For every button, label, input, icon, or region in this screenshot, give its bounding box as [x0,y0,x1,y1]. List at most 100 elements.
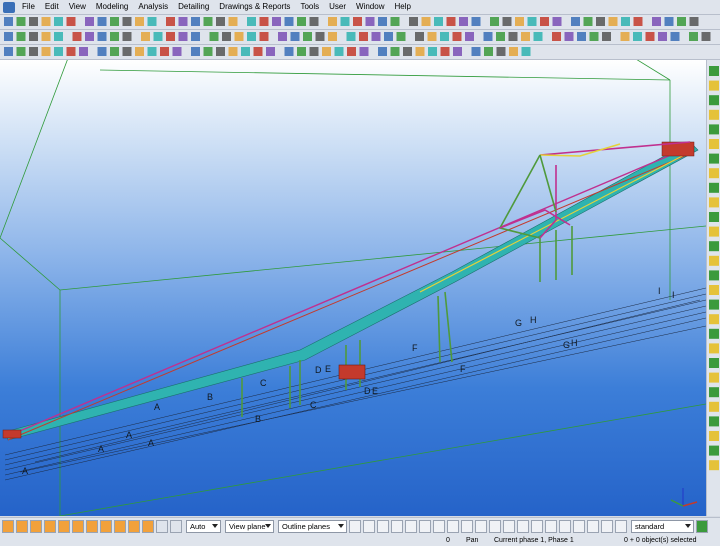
toolbar-icon[interactable] [309,47,319,56]
toolbar-icon[interactable] [97,32,107,41]
toolbar-icon[interactable] [266,47,275,56]
toolbar-icon[interactable] [110,47,119,56]
snap-icon[interactable] [391,520,403,533]
toolbar-icon[interactable] [689,17,699,26]
toolbar-icon[interactable] [29,32,38,41]
toolbar-icon[interactable] [403,47,412,56]
toolbar-icon[interactable] [709,80,719,91]
toolbar-icon[interactable] [521,32,530,41]
toolbar-icon[interactable] [709,299,719,310]
toolbar-icon[interactable] [29,17,38,26]
menu-user[interactable]: User [324,0,351,14]
modeling-toolbar-icons[interactable] [0,30,720,44]
toolbar-icon[interactable] [533,32,543,41]
selection-switch-icon[interactable] [30,520,42,533]
selection-switch-icon[interactable] [128,520,140,533]
toolbar-icon[interactable] [709,66,719,76]
toolbar-icon[interactable] [122,47,132,56]
toolbar-icon[interactable] [390,47,400,56]
toolbar-icon[interactable] [228,47,238,56]
toolbar-icon[interactable] [709,109,719,120]
view-icon[interactable] [170,520,182,533]
menu-window[interactable]: Window [351,0,389,14]
toolbar-icon[interactable] [66,47,76,56]
toolbar-icon[interactable] [303,32,312,41]
toolbar-icon[interactable] [421,17,431,26]
toolbar-icon[interactable] [583,17,593,26]
toolbar-icon[interactable] [701,32,711,41]
toolbar-icon[interactable] [453,47,462,56]
toolbar-icon[interactable] [709,343,719,354]
toolbar-icon[interactable] [4,47,13,56]
toolbar-icon[interactable] [709,328,719,339]
view-icon[interactable] [156,520,168,533]
right-toolbar-icons[interactable] [707,60,720,516]
toolbar-icon[interactable] [222,32,231,41]
toolbar-icon[interactable] [16,47,26,56]
selection-switch-icon[interactable] [142,520,154,533]
toolbar-icon[interactable] [452,32,462,41]
toolbar-icon[interactable] [203,47,213,56]
toolbar-icon[interactable] [602,32,611,41]
toolbar-icon[interactable] [709,314,719,325]
toolbar-icon[interactable] [29,47,38,56]
menu-file[interactable]: File [17,0,40,14]
toolbar-icon[interactable] [253,47,263,56]
toolbar-icon[interactable] [278,32,287,41]
toolbar-icon[interactable] [409,17,418,26]
toolbar-icon[interactable] [521,47,531,56]
toolbar-icon[interactable] [440,47,450,56]
toolbar-icon[interactable] [633,17,643,26]
toolbar-icon[interactable] [670,32,680,41]
toolbar-icon[interactable] [353,17,362,26]
toolbar-icon[interactable] [378,17,387,26]
snap-icon[interactable] [489,520,501,533]
toolbar-icon[interactable] [633,32,642,41]
toolbar-icon[interactable] [509,47,518,56]
toolbar-icon[interactable] [709,416,719,427]
toolbar-icon[interactable] [41,32,51,41]
snap-icon[interactable] [349,520,361,533]
toolbar-icon[interactable] [334,47,344,56]
toolbar-icon[interactable] [328,17,337,26]
toolbar-icon[interactable] [85,32,94,41]
toolbar-icon[interactable] [110,17,119,26]
menu-help[interactable]: Help [389,0,415,14]
toolbar-icon[interactable] [191,32,200,41]
toolbar-icon[interactable] [166,17,175,26]
toolbar-icon[interactable] [709,387,719,398]
standard-select[interactable]: standard [631,520,694,533]
toolbar-icon[interactable] [172,47,182,56]
toolbar-icon[interactable] [459,17,468,26]
toolbar-icon[interactable] [508,32,518,41]
toolbar-icon[interactable] [709,401,719,412]
snap-icon[interactable] [559,520,571,533]
snap-icon[interactable] [419,520,431,533]
toolbar-icon[interactable] [446,17,456,26]
toolbar-icon[interactable] [365,17,375,26]
menu-detailing[interactable]: Detailing [173,0,214,14]
toolbar-icon[interactable] [72,32,82,41]
snap-icon[interactable] [433,520,445,533]
toolbar-icon[interactable] [709,226,719,237]
toolbar-icon[interactable] [415,32,424,41]
toolbar-icon[interactable] [54,47,63,56]
snap-icon[interactable] [461,520,473,533]
toolbar-icon[interactable] [709,139,719,149]
toolbar-icon[interactable] [135,17,144,26]
toolbar-icon[interactable] [160,47,169,56]
toolbar-icon[interactable] [471,47,481,56]
toolbar-icon[interactable] [135,47,144,56]
toolbar-icon[interactable] [709,285,719,295]
menu-modeling[interactable]: Modeling [91,0,133,14]
toolbar-icon[interactable] [490,17,499,26]
toolbar-icon[interactable] [290,32,300,41]
toolbar-icon[interactable] [4,32,13,41]
menu-analysis[interactable]: Analysis [133,0,173,14]
toolbar-icon[interactable] [677,17,686,26]
toolbar-icon[interactable] [564,32,574,41]
snapping-toolbar-icons[interactable] [0,45,720,59]
toolbar-icon[interactable] [709,197,719,208]
toolbar-icon[interactable] [471,17,481,26]
filter-icon[interactable] [696,520,708,533]
